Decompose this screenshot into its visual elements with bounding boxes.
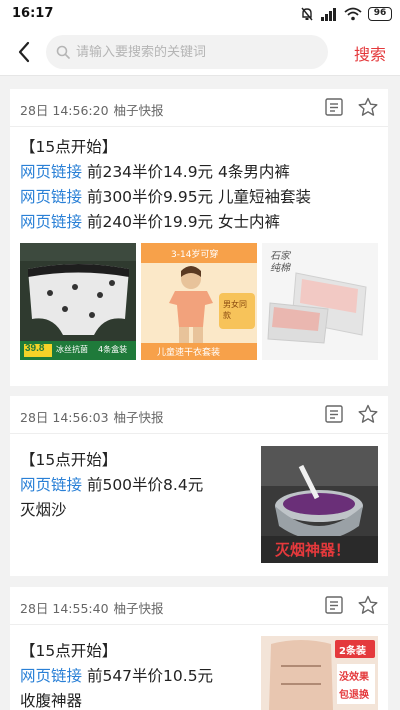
card-actions [324,595,378,615]
item-text: 前240半价19.9元 女士内裤 [86,213,280,231]
price-tag: 39.8 [25,343,45,354]
star-icon[interactable] [358,97,378,117]
kids-tshirt-product-image[interactable]: 3-14岁可穿 男女同款 儿童速干衣套装 [141,243,257,360]
item-text: 前300半价9.95元 儿童短袖套装 [86,188,311,206]
status-time: 16:17 [12,6,54,21]
chevron-left-icon [18,41,30,63]
back-button[interactable] [10,38,38,66]
star-icon[interactable] [358,404,378,424]
card-actions [324,404,378,424]
list-item: 网页链接 前240半价19.9元 女士内裤 [20,210,378,235]
wifi-icon [344,7,362,21]
card-title: 【15点开始】 [20,138,118,156]
card-timestamp: 28日 14:56:03 柚子快报 [20,410,164,425]
image-tag: 没效果 [339,672,369,683]
search-button[interactable]: 搜索 [354,41,386,65]
search-input[interactable] [76,44,316,60]
list-item: 网页链接 前234半价14.9元 4条男内裤 [20,160,378,185]
star-icon[interactable] [358,595,378,615]
news-card: 28日 14:55:40 柚子快报 【15点开始】 网页链接 前547半价10.5… [10,587,388,710]
status-icons: 96 [300,5,392,23]
news-card: 28日 14:56:20 柚子快报 【15点开始】 网页链接 前234半价14.9… [10,89,388,386]
news-card: 28日 14:56:03 柚子快报 【15点开始】 网页链接 前500半价8.4元… [10,396,388,576]
web-link[interactable]: 网页链接 [20,213,82,231]
card-header: 28日 14:56:03 柚子快报 [10,396,388,434]
card-actions [324,97,378,117]
image-tag: 包退换 [339,690,369,701]
item-text: 前547半价10.5元 [86,667,214,685]
card-timestamp: 28日 14:55:40 柚子快报 [20,601,164,616]
search-box[interactable] [46,35,328,69]
item-text: 前234半价14.9元 4条男内裤 [86,163,290,181]
web-link[interactable]: 网页链接 [20,163,82,181]
card-body: 【15点开始】 网页链接 前234半价14.9元 4条男内裤 网页链接 前300… [10,127,388,360]
document-icon[interactable] [324,404,344,424]
image-caption: 4条盒装 [98,345,128,354]
mute-bell-icon [301,7,313,21]
image-row: 39.8 冰丝抗菌 4条盒装 3-14岁可穿 男女同款 儿童速干衣套装 石家纯棉 [20,243,378,360]
ashtray-product-image[interactable]: 灭烟神器！ [261,446,378,563]
item-text: 前500半价8.4元 [86,476,204,494]
card-header: 28日 14:55:40 柚子快报 [10,587,388,625]
card-header: 28日 14:56:20 柚子快报 [10,89,388,127]
battery-indicator: 96 [368,7,392,21]
image-tag: 男女同款 [223,300,247,320]
image-tag: 3-14岁可穿 [171,250,219,260]
status-bar: 16:17 96 [0,0,400,28]
card-source: 柚子快报 [113,103,164,118]
brand-label: 石家纯棉 [270,251,290,274]
card-source: 柚子快报 [113,410,164,425]
men-underwear-product-image[interactable]: 39.8 冰丝抗菌 4条盒装 [20,243,136,360]
image-caption: 灭烟神器！ [275,541,351,559]
women-underwear-product-image[interactable]: 石家纯棉 [262,243,378,360]
signal-icon [321,8,336,21]
document-icon[interactable] [324,97,344,117]
web-link[interactable]: 网页链接 [20,188,82,206]
card-timestamp: 28日 14:56:20 柚子快报 [20,103,164,118]
search-icon [56,45,70,59]
card-source: 柚子快报 [113,601,164,616]
document-icon[interactable] [324,595,344,615]
image-tag: 2条装 [339,646,366,657]
web-link[interactable]: 网页链接 [20,476,82,494]
waist-shaper-product-image[interactable]: 2条装 没效果 包退换 [261,636,378,710]
image-caption: 儿童速干衣套装 [157,348,221,358]
list-item: 网页链接 前300半价9.95元 儿童短袖套装 [20,185,378,210]
image-caption: 冰丝抗菌 [56,345,88,354]
web-link[interactable]: 网页链接 [20,667,82,685]
search-header: 搜索 [0,28,400,76]
